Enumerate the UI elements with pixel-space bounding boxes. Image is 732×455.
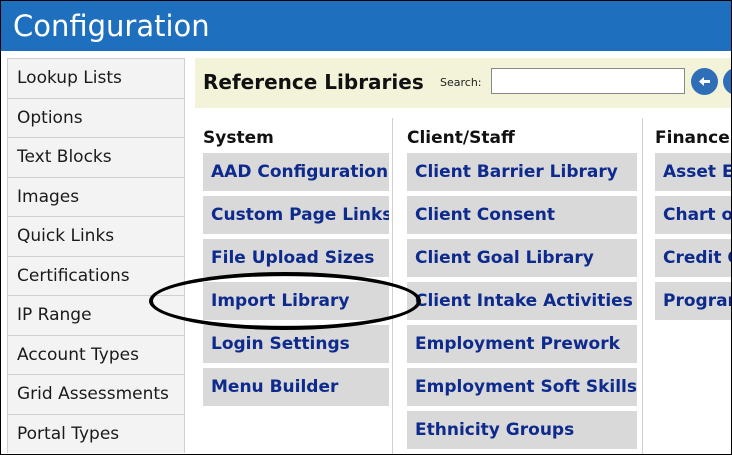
sidebar: Lookup Lists Options Text Blocks Images …	[7, 58, 187, 453]
library-link-asset[interactable]: Asset Ex	[655, 153, 731, 191]
library-link-menu-builder[interactable]: Menu Builder	[203, 368, 389, 406]
library-link-chart-of[interactable]: Chart of	[655, 196, 731, 234]
column-divider	[642, 118, 643, 454]
app-window: Configuration Lookup Lists Options Text …	[0, 0, 732, 455]
library-header-bar: Reference Libraries Search:	[195, 58, 732, 108]
next-button[interactable]	[723, 68, 732, 95]
library-link-employment-prework[interactable]: Employment Prework	[407, 325, 637, 363]
back-button[interactable]	[691, 68, 718, 95]
sidebar-item-account-types[interactable]: Account Types	[7, 334, 185, 374]
column-header-client-staff: Client/Staff	[407, 128, 515, 148]
library-link-program[interactable]: Program	[655, 282, 731, 320]
library-link-aad-configuration[interactable]: AAD Configuration	[203, 153, 389, 191]
sidebar-item-portal-types[interactable]: Portal Types	[7, 413, 185, 453]
sidebar-item-grid-assessments[interactable]: Grid Assessments	[7, 374, 185, 414]
back-arrow-icon	[699, 77, 710, 86]
column-header-system: System	[203, 128, 274, 148]
sidebar-item-lookup-lists[interactable]: Lookup Lists	[7, 58, 185, 98]
library-link-client-barrier-library[interactable]: Client Barrier Library	[407, 153, 637, 191]
library-link-custom-page-links[interactable]: Custom Page Links	[203, 196, 389, 234]
column-header-finance: Finance	[655, 128, 730, 148]
sidebar-item-images[interactable]: Images	[7, 176, 185, 216]
library-link-login-settings[interactable]: Login Settings	[203, 325, 389, 363]
library-link-employment-soft-skills[interactable]: Employment Soft Skills	[407, 368, 637, 406]
highlight-ellipse-annotation	[149, 272, 421, 330]
library-link-client-consent[interactable]: Client Consent	[407, 196, 637, 234]
search-label: Search:	[440, 76, 482, 89]
sidebar-item-quick-links[interactable]: Quick Links	[7, 216, 185, 256]
library-link-client-intake-activities[interactable]: Client Intake Activities	[407, 282, 637, 320]
library-link-credit[interactable]: Credit C	[655, 239, 731, 277]
title-bar: Configuration	[1, 1, 731, 51]
library-link-ethnicity-groups[interactable]: Ethnicity Groups	[407, 411, 637, 449]
library-link-client-goal-library[interactable]: Client Goal Library	[407, 239, 637, 277]
sidebar-item-text-blocks[interactable]: Text Blocks	[7, 137, 185, 177]
sidebar-item-options[interactable]: Options	[7, 97, 185, 137]
circle-icon	[723, 68, 732, 95]
window-title: Configuration	[13, 9, 210, 43]
page-title: Reference Libraries	[203, 70, 424, 94]
reference-libraries-panel: Reference Libraries Search: System Clien…	[195, 58, 732, 454]
search-input[interactable]	[491, 68, 685, 94]
